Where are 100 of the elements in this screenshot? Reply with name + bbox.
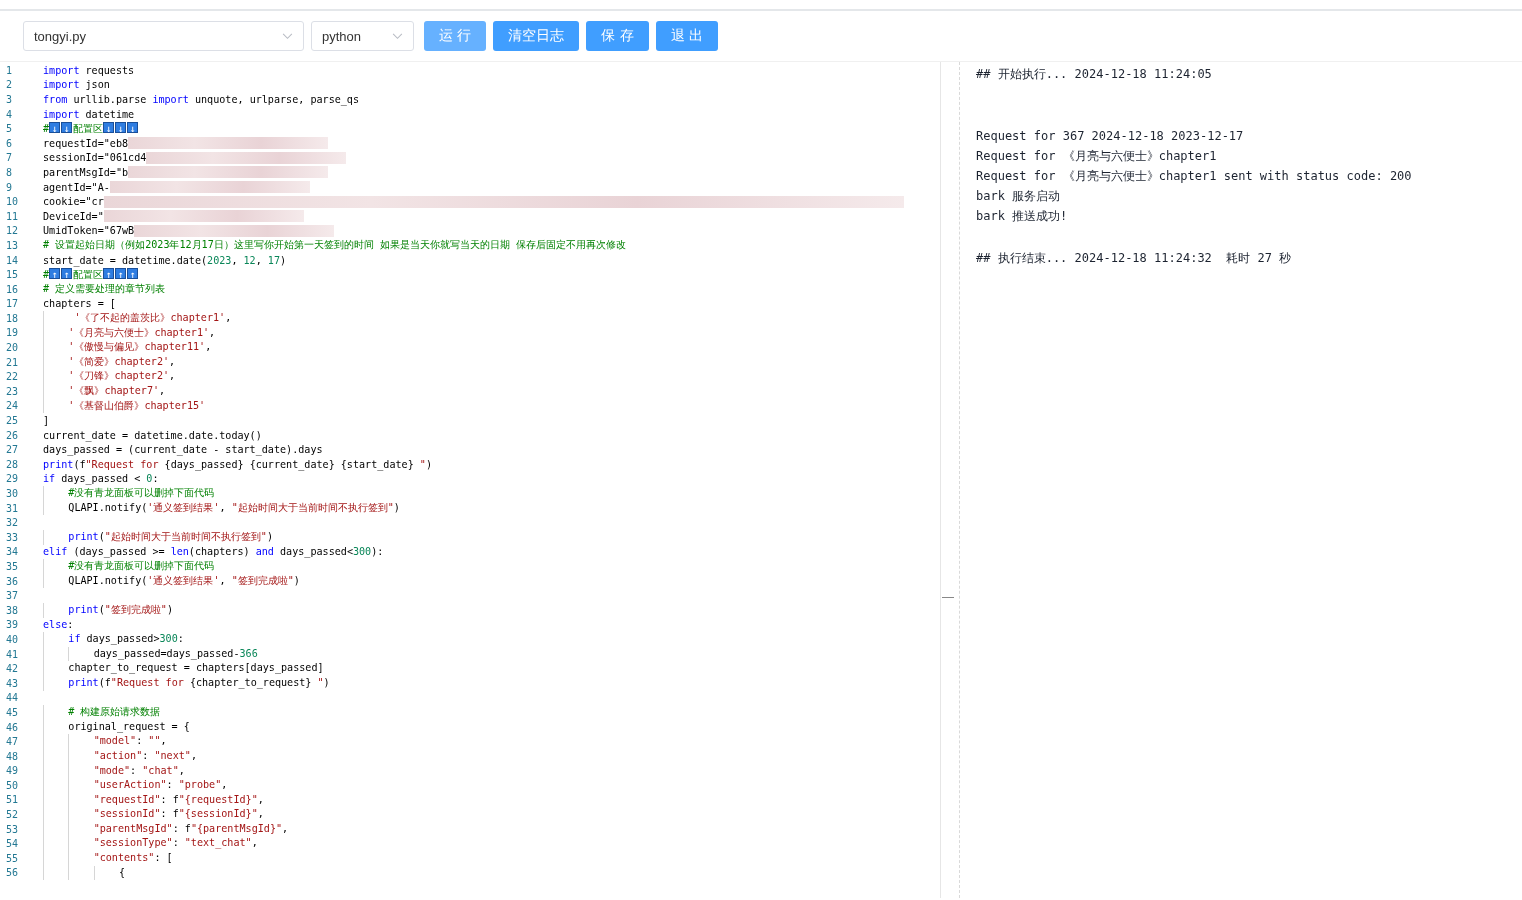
code-line: #没有青龙面板可以删掉下面代码 xyxy=(43,559,215,574)
line-number: 14 xyxy=(5,254,20,266)
line-number: 40 xyxy=(5,633,20,645)
code-line: start_date = datetime.date(2023, 12, 17) xyxy=(43,254,287,266)
code-line: parentMsgId="b xyxy=(43,166,129,178)
line-number: 20 xyxy=(5,342,20,354)
code-line: import requests xyxy=(43,64,135,76)
chevron-icon xyxy=(392,32,403,40)
line-number: 43 xyxy=(5,677,20,689)
line-number: 52 xyxy=(5,809,20,821)
line-number: 42 xyxy=(5,663,20,675)
line-number: 30 xyxy=(5,488,20,499)
code-line: '《简爱》chapter2', xyxy=(43,354,176,370)
log-line: ## 执行结束... 2024-12-18 11:24:32 耗时 27 秒 xyxy=(976,250,1293,267)
line-number: 13 xyxy=(5,239,20,251)
editor-scrollbar[interactable] xyxy=(940,62,960,898)
code-line: QLAPI.notify('通义签到结果', "起始时间大于当前时间不执行签到") xyxy=(43,500,400,516)
code-line: "sessionId": f"{sessionId}", xyxy=(43,807,264,822)
log-line: bark 服务启动 xyxy=(976,188,1062,205)
code-line: QLAPI.notify('通义签到结果', "签到完成啦") xyxy=(43,573,300,589)
line-number: 53 xyxy=(5,823,20,835)
line-number: 15 xyxy=(5,269,20,281)
code-line: print(f"Request for {days_passed} {current_date} {start_date} ") xyxy=(43,458,432,470)
line-number: 18 xyxy=(5,312,20,324)
code-line: else: xyxy=(43,619,74,631)
line-number: 50 xyxy=(5,779,20,791)
line-number: 46 xyxy=(5,721,20,733)
toolbar-button[interactable]: 退 出 xyxy=(655,21,719,51)
code-line: # 构建原始请求数据 xyxy=(43,705,161,720)
code-line: requestId="eb8 xyxy=(43,137,129,149)
code-line: "model": "", xyxy=(43,734,167,749)
line-number: 27 xyxy=(5,444,20,456)
code-line: print(f"Request for {chapter_to_request} ") xyxy=(43,675,330,691)
line-number: 10 xyxy=(5,196,20,208)
line-number: 48 xyxy=(5,750,20,762)
code-line: import json xyxy=(43,79,110,91)
line-number: 2 xyxy=(5,79,14,91)
code-line: cookie="cr xyxy=(43,196,104,208)
line-number: 54 xyxy=(5,838,20,850)
line-number: 36 xyxy=(5,575,20,587)
line-number: 22 xyxy=(5,371,20,383)
code-line: import datetime xyxy=(43,108,135,120)
code-line: current_date = datetime.date.today() xyxy=(43,429,262,441)
log-line: Request for 《月亮与六便士》chapter1 sent with status code: 200 xyxy=(976,168,1412,185)
code-line: "contents": [ xyxy=(43,851,173,866)
code-line: days_passed=days_passed-366 xyxy=(43,646,258,662)
line-number: 26 xyxy=(5,429,20,441)
line-number: 7 xyxy=(5,152,14,164)
language-select[interactable]: python xyxy=(311,21,414,51)
toolbar-button[interactable]: 保 存 xyxy=(586,21,649,51)
code-line: sessionId="061cd4 xyxy=(43,152,147,164)
overview-ruler-mark xyxy=(942,597,954,598)
line-number: 25 xyxy=(5,415,20,427)
code-line: '《基督山伯爵》chapter15' xyxy=(43,398,206,414)
line-number: 16 xyxy=(5,283,20,295)
line-number: 33 xyxy=(5,531,20,543)
line-number: 17 xyxy=(5,298,20,310)
code-line: '《了不起的盖茨比》chapter1', xyxy=(43,311,232,326)
line-number: 51 xyxy=(5,794,20,806)
code-line: print("签到完成啦") xyxy=(43,602,173,618)
line-number: 55 xyxy=(5,852,20,864)
code-line: days_passed = (current_date - start_date).days xyxy=(43,444,323,456)
code-line: "parentMsgId": f"{parentMsgId}", xyxy=(43,821,289,837)
line-number: 39 xyxy=(5,619,20,631)
code-line: '《飘》chapter7', xyxy=(43,384,166,399)
line-number: 12 xyxy=(5,225,20,237)
line-number: 32 xyxy=(5,517,20,529)
code-line: "sessionType": "text_chat", xyxy=(43,836,258,852)
code-line: ] xyxy=(43,415,50,427)
line-number: 3 xyxy=(5,94,14,105)
log-line: Request for 367 2024-12-18 2023-12-17 xyxy=(976,128,1245,145)
line-number: 45 xyxy=(5,706,20,718)
code-line: DeviceId=" xyxy=(43,210,104,222)
code-line: # 设置起始日期（例如2023年12月17日）这里写你开始第一天签到的时间 如果是当天你就写当天的日期 保存后固定不用再次修改 xyxy=(43,238,626,253)
code-line: { xyxy=(43,865,125,881)
line-number: 24 xyxy=(5,400,20,412)
code-line: agentId="A- xyxy=(43,181,110,193)
code-line: '《刀锋》chapter2', xyxy=(43,369,176,385)
code-line: chapter_to_request = chapters[days_passed] xyxy=(43,661,324,676)
code-line: '《傲慢与偏见》chapter11', xyxy=(43,340,212,355)
code-line: # ↑ ↑ 配置区 ↑ ↑ ↑ xyxy=(43,267,140,282)
line-number: 6 xyxy=(5,137,14,149)
line-number: 35 xyxy=(5,561,20,572)
line-number: 38 xyxy=(5,604,20,616)
code-line: #没有青龙面板可以删掉下面代码 xyxy=(43,486,215,501)
line-number: 19 xyxy=(5,327,20,339)
line-number: 34 xyxy=(5,546,20,558)
code-line: # ↓ ↓ 配置区 ↓ ↓ ↓ xyxy=(43,121,140,136)
line-number: 44 xyxy=(5,692,20,704)
toolbar-button[interactable]: 清空日志 xyxy=(493,21,580,51)
line-number: 41 xyxy=(5,648,20,660)
code-line: "userAction": "probe", xyxy=(43,778,228,793)
code-line: elif (days_passed >= len(chapters) and days_passed<300): xyxy=(43,546,384,558)
code-line: if days_passed>300: xyxy=(43,632,184,647)
code-line: from urllib.parse import unquote, urlparse, parse_qs xyxy=(43,94,359,105)
line-number: 9 xyxy=(5,181,14,193)
code-line: UmidToken="67wB xyxy=(43,225,135,237)
code-line: "action": "next", xyxy=(43,748,197,764)
file-select[interactable]: tongyi.py xyxy=(23,21,304,51)
code-line: original_request = { xyxy=(43,719,190,735)
